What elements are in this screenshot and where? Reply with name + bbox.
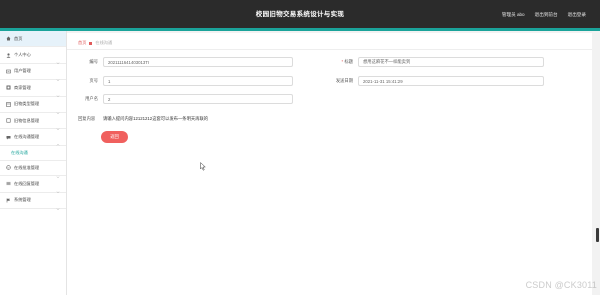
sidebar-item-chat-manage[interactable]: 在线沟通管理 [0, 129, 66, 146]
sidebar-item-label: 商家管理 [14, 84, 31, 90]
logout-link[interactable]: 退出登录 [568, 12, 586, 18]
sidebar-item-label: 旧物类型管理 [14, 101, 40, 107]
sidebar-item-label: 在线回复管理 [14, 180, 40, 186]
page-label: 页号 [89, 78, 98, 83]
sidebar-item-label: 在线沟通管理 [14, 134, 40, 140]
sidebar-subitem-label: 在线沟通 [11, 149, 28, 155]
sidebar: 首页 个人中心 用户管理 商家管理 旧物类型管理 旧物信息管理 在线沟通管理 在… [0, 31, 67, 295]
page-input[interactable]: 1 [103, 76, 293, 86]
sidebar-item-label: 首页 [14, 35, 23, 41]
breadcrumb-separator [89, 41, 93, 45]
back-button[interactable]: 返回 [101, 131, 128, 143]
store-icon [6, 85, 11, 90]
breadcrumb: 首页 在线沟通 [78, 40, 112, 46]
title-label-text: 标题 [344, 59, 353, 64]
user-field: 用户名 2 [78, 94, 293, 104]
list-icon [6, 181, 11, 186]
required-mark: * [341, 59, 344, 64]
time-input[interactable]: 2021-11-31 15:41:29 [358, 76, 544, 86]
user-label: 用户名 [85, 96, 98, 101]
sidebar-item-label: 系统管理 [14, 197, 31, 203]
top-bar: 校园旧物交易系统设计与实现 管理员 abo 退出到前台 退出登录 [0, 0, 600, 31]
sidebar-item-merchants[interactable]: 商家管理 [0, 80, 66, 98]
scroll-handle[interactable] [596, 228, 599, 242]
sidebar-item-users[interactable]: 用户管理 [0, 64, 66, 81]
sidebar-item-approval[interactable]: 在线批准管理 [0, 159, 66, 178]
number-label: 编号 [89, 59, 98, 64]
chevron-up-icon [56, 134, 60, 146]
chevron-down-icon [56, 118, 60, 131]
time-label: 发送日期 [335, 78, 353, 83]
sidebar-item-reply[interactable]: 在线回复管理 [0, 176, 66, 194]
top-links: 管理员 abo 退出到前台 退出登录 [502, 12, 586, 18]
content-value: 请输入提问内容12121212这套可以发布一条明天再联的 [103, 116, 209, 121]
title-input[interactable]: 想用这麻花不一样能卖到 [358, 57, 544, 67]
chevron-down-icon [56, 181, 60, 194]
sidebar-item-home[interactable]: 首页 [0, 31, 66, 48]
sidebar-item-label: 旧物信息管理 [14, 117, 40, 123]
divider [67, 49, 592, 50]
sidebar-item-system[interactable]: 系统管理 [0, 193, 66, 210]
check-icon [6, 165, 11, 171]
chevron-down-icon [56, 166, 60, 178]
sidebar-item-item-info[interactable]: 旧物信息管理 [0, 113, 66, 131]
chevron-down-icon [56, 198, 60, 210]
chevron-down-icon [56, 102, 60, 114]
sidebar-subitem-chat[interactable]: 在线沟通 [0, 146, 66, 160]
breadcrumb-home[interactable]: 首页 [78, 40, 86, 46]
title-field: * 标题 想用这麻花不一样能卖到 [325, 57, 544, 67]
content-field: 回复内容 请输入提问内容12121212这套可以发布一条明天再联的 [78, 116, 208, 122]
time-field: 发送日期 2021-11-31 15:41:29 [325, 76, 544, 86]
chat-icon [6, 135, 11, 140]
front-page-link[interactable]: 退出到前台 [535, 12, 558, 18]
users-icon [6, 69, 11, 74]
title-label: * 标题 [325, 59, 353, 65]
watermark: CSDN @CK3011 [525, 280, 597, 290]
user-input[interactable]: 2 [103, 94, 293, 104]
sidebar-item-label: 用户管理 [14, 68, 31, 74]
sidebar-item-item-types[interactable]: 旧物类型管理 [0, 97, 66, 114]
mouse-cursor-icon [200, 162, 206, 171]
number-field: 编号 2021111641403013TI [78, 57, 293, 67]
page-field: 页号 1 [78, 76, 293, 86]
sidebar-item-profile[interactable]: 个人中心 [0, 47, 66, 65]
flag-icon [6, 198, 11, 203]
box-icon [6, 118, 11, 123]
home-icon [6, 36, 11, 41]
admin-user-link[interactable]: 管理员 abo [502, 12, 525, 18]
chevron-down-icon [56, 85, 60, 98]
chevron-down-icon [56, 69, 60, 81]
sidebar-item-label: 个人中心 [14, 52, 31, 58]
chevron-down-icon [56, 52, 60, 65]
sidebar-item-label: 在线批准管理 [14, 164, 40, 170]
user-icon [6, 52, 11, 58]
number-input[interactable]: 2021111641403013TI [103, 57, 293, 67]
content-label: 回复内容 [78, 116, 96, 121]
main-panel: 首页 在线沟通 编号 2021111641403013TI * 标题 想用这麻花… [67, 33, 592, 295]
breadcrumb-current: 在线沟通 [95, 40, 113, 45]
tag-icon [6, 101, 11, 107]
